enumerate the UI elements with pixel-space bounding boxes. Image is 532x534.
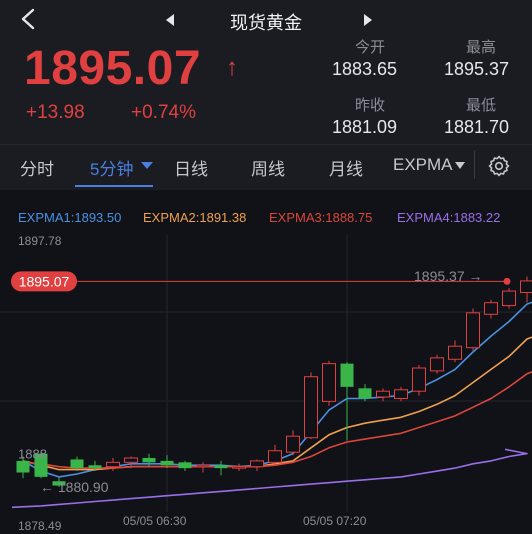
candlestick-chart[interactable]: EXPMA1:1893.50 EXPMA2:1891.38 EXPMA3:188… xyxy=(0,190,532,534)
stat-value-low: 1881.70 xyxy=(444,117,510,137)
tab-indicator[interactable]: EXPMA xyxy=(393,155,453,175)
active-tab-underline xyxy=(75,185,153,187)
candle xyxy=(304,372,318,440)
left-cut-label: 1888 xyxy=(18,447,47,462)
candle xyxy=(430,354,444,374)
stat-label-low: 最低 xyxy=(466,97,497,114)
y-bottom-label: 1878.49 xyxy=(18,519,62,533)
current-price: 1895.07 xyxy=(24,42,202,95)
indicator-caret-icon[interactable] xyxy=(455,162,465,170)
stat-value-prev-close: 1881.09 xyxy=(332,117,398,137)
tab-weekly[interactable]: 周线 xyxy=(251,155,285,180)
y-top-label: 1897.78 xyxy=(18,234,62,248)
legend-ema1: EXPMA1:1893.50 xyxy=(18,210,121,225)
candle xyxy=(412,365,426,396)
stat-label-high: 最高 xyxy=(466,39,497,56)
tab-divider xyxy=(474,151,475,179)
candle xyxy=(322,360,336,406)
tab-monthly[interactable]: 月线 xyxy=(329,155,363,180)
next-instrument-icon[interactable] xyxy=(364,14,372,26)
candle xyxy=(466,308,480,351)
stat-value-high: 1895.37 xyxy=(444,59,510,79)
candle xyxy=(502,288,516,309)
settings-gear-icon[interactable] xyxy=(487,154,511,178)
tab-timeshare[interactable]: 分时 xyxy=(20,155,54,180)
x-tick-label: 05/05 06:30 xyxy=(123,514,187,528)
page-title: 现货黄金 xyxy=(230,13,302,33)
price-change-percent: +0.74% xyxy=(131,102,196,123)
current-price-tag-label: 1895.07 xyxy=(19,273,70,289)
current-price-dot xyxy=(503,277,511,285)
stat-label-prev-close: 昨收 xyxy=(355,97,386,114)
legend-ema4: EXPMA4:1883.22 xyxy=(397,210,500,225)
stat-value-open: 1883.65 xyxy=(332,59,398,79)
price-change: +13.98 xyxy=(26,102,85,123)
low-marker-label: ← 1880.90 xyxy=(40,479,109,495)
legend-ema2: EXPMA2:1891.38 xyxy=(143,210,246,225)
x-tick-label: 05/05 07:20 xyxy=(303,514,367,528)
tab-daily[interactable]: 日线 xyxy=(174,155,208,180)
up-arrow-icon: ↑ xyxy=(226,54,238,81)
dropdown-caret-icon[interactable] xyxy=(141,162,153,170)
high-marker-label: 1895.37 → xyxy=(414,268,483,284)
stat-label-open: 今开 xyxy=(355,39,386,56)
legend-ema3: EXPMA3:1888.75 xyxy=(269,210,372,225)
tab-5min[interactable]: 5分钟 xyxy=(90,155,133,180)
